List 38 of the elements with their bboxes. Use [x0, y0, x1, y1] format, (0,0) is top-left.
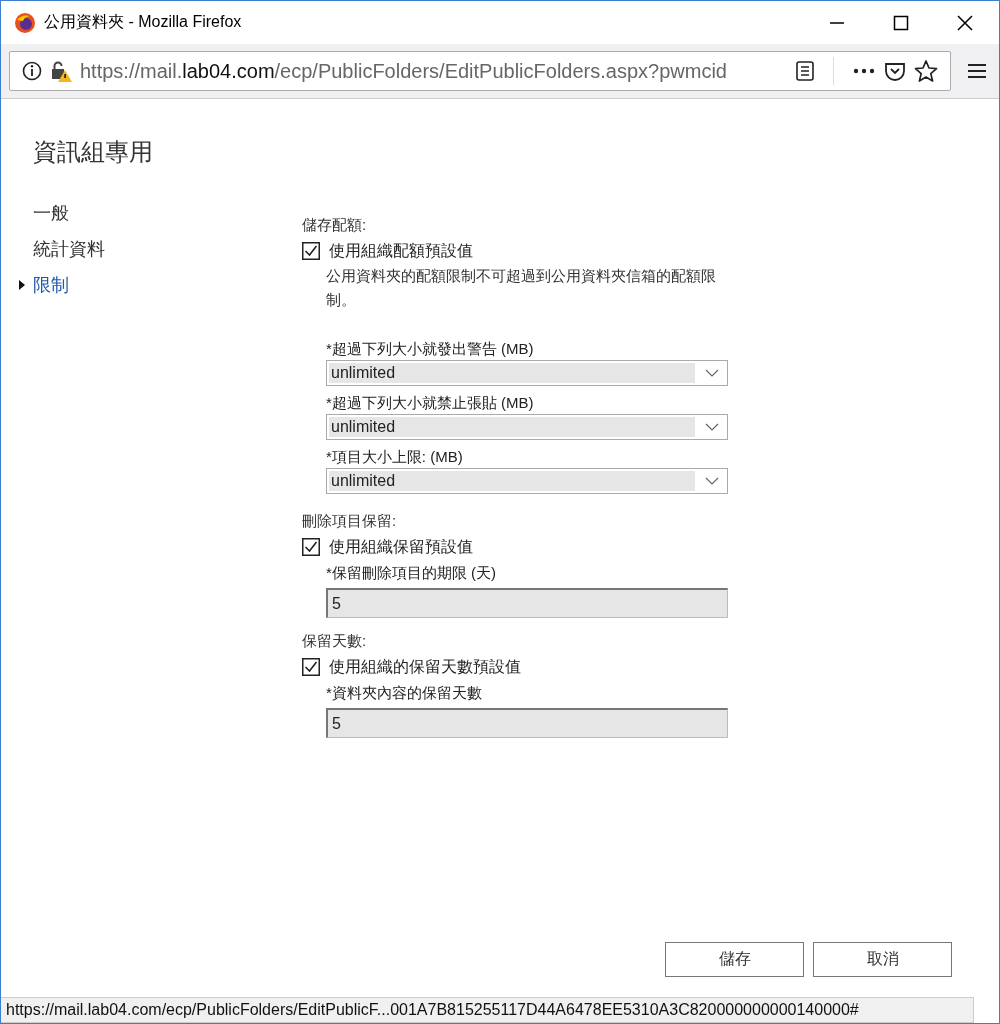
section-heading: 儲存配額: [302, 216, 368, 235]
field-label: *資料夾內容的保留天數 [326, 683, 483, 703]
chevron-down-icon [705, 369, 719, 377]
maximize-icon[interactable] [893, 14, 909, 31]
field-label: *超過下列大小就發出警告 (MB) [326, 339, 535, 359]
reader-view-icon[interactable] [795, 60, 815, 82]
info-icon [22, 61, 42, 81]
browser-logo-icon [14, 11, 36, 34]
checkbox-label[interactable]: 使用組織保留預設值 [329, 536, 473, 558]
save-button[interactable]: 儲存 [665, 942, 804, 977]
url-text: https://mail.lab04.com/ecp/PublicFolders/EditPublicFolders.aspx?pwmcid [80, 59, 728, 83]
checkbox-label[interactable]: 使用組織的保留天數預設值 [329, 656, 521, 678]
arrow-icon [19, 280, 25, 290]
cancel-button[interactable]: 取消 [813, 942, 952, 977]
checkbox[interactable] [302, 538, 320, 556]
nav-item[interactable]: 統計資料 [17, 234, 267, 264]
lock-warning-icon [50, 60, 72, 82]
nav-item[interactable]: 一般 [17, 198, 267, 228]
chevron-down-icon [705, 477, 719, 485]
checkbox[interactable] [302, 658, 320, 676]
checkbox[interactable] [302, 242, 320, 260]
note-text: 公用資料夾的配額限制不可超過到公用資料夾信箱的配額限制。 [326, 266, 717, 310]
close-icon[interactable] [957, 14, 973, 31]
section-heading: 保留天數: [302, 632, 368, 651]
status-bar: https://mail.lab04.com/ecp/PublicFolders/EditPublicF...001A7B815255117D44A6478EE5310A3C820000000000140000# [1, 997, 974, 1023]
nav-item[interactable]: 限制 [17, 270, 267, 300]
pocket-icon[interactable] [884, 60, 906, 82]
chevron-down-icon [705, 423, 719, 431]
page-title: 資訊組專用 [32, 137, 154, 167]
address-bar[interactable]: https://mail.lab04.com/ecp/PublicFolders/EditPublicFolders.aspx?pwmcid [9, 51, 951, 91]
checkbox-label[interactable]: 使用組織配額預設值 [329, 240, 473, 262]
field-label: *項目大小上限: (MB) [326, 447, 464, 467]
field-label: *超過下列大小就禁止張貼 (MB) [326, 393, 535, 413]
section-heading: 刪除項目保留: [302, 512, 398, 531]
field-label: *保留刪除項目的期限 (天) [326, 563, 497, 583]
window-title: 公用資料夾 - Mozilla Firefox [44, 12, 242, 32]
star-icon[interactable] [914, 59, 938, 83]
menu-icon[interactable] [967, 62, 987, 80]
